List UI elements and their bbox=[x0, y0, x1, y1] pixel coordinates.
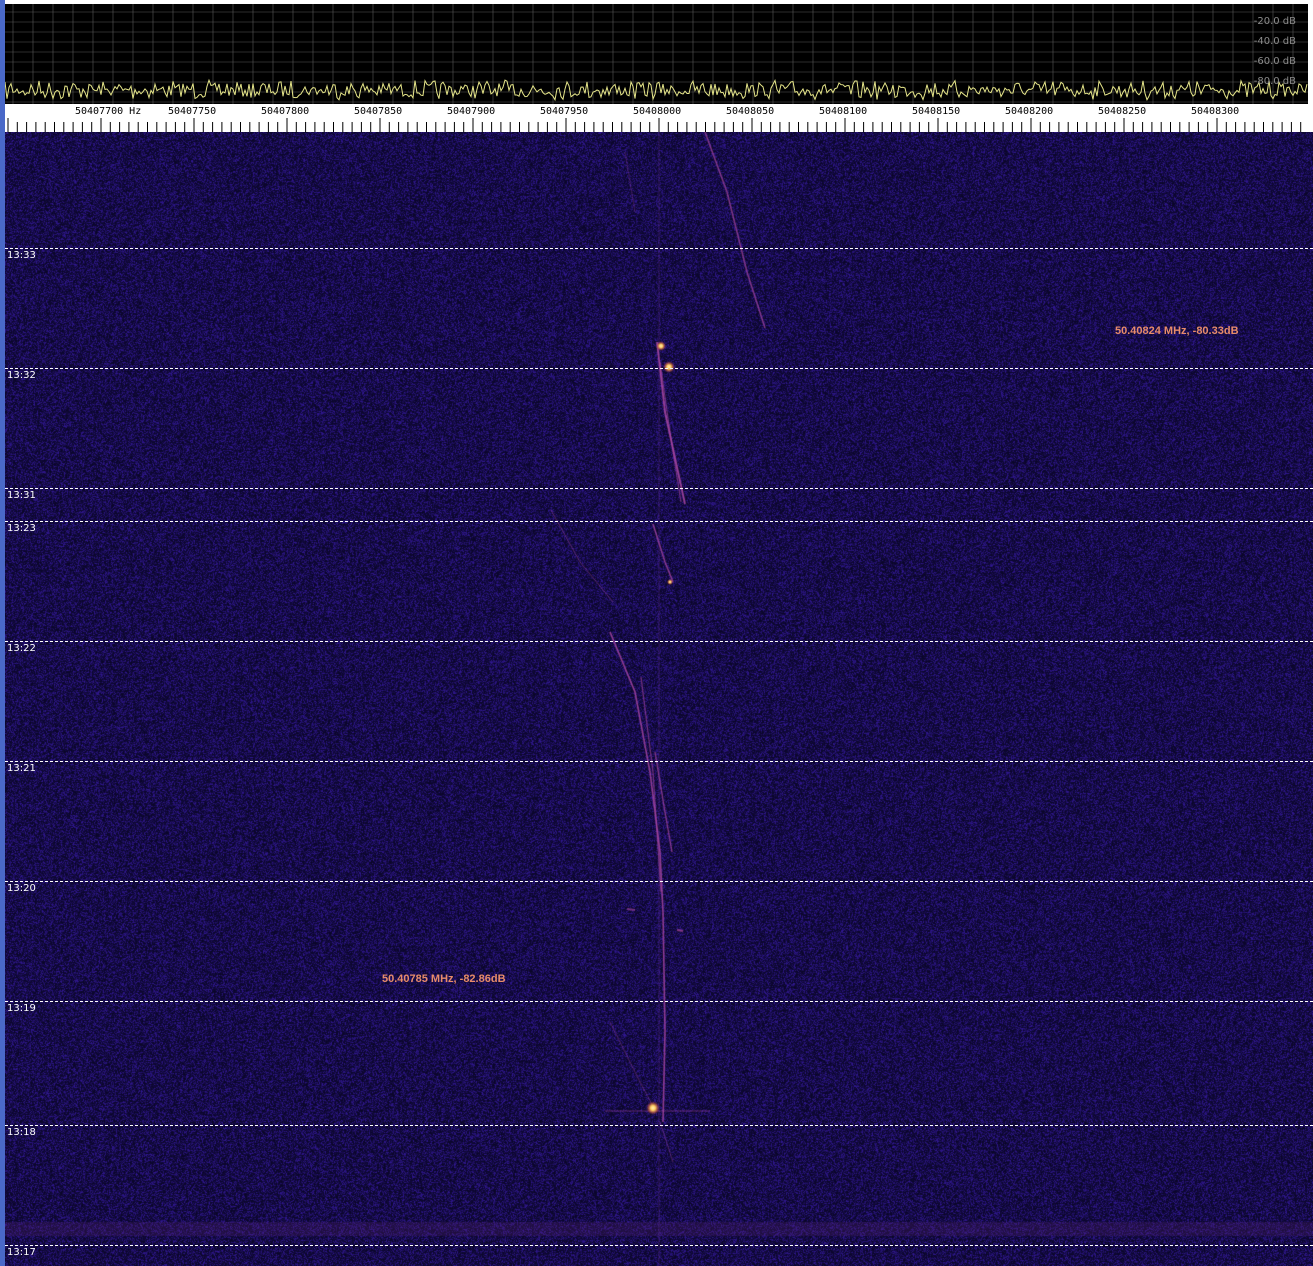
frequency-marker-label: 50.40785 MHz, -82.86dB bbox=[382, 973, 506, 985]
db-label-40: -40.0 dB bbox=[1253, 36, 1296, 47]
time-label: 13:21 bbox=[7, 763, 36, 774]
waterfall-display[interactable]: 13:33 13:32 13:31 13:23 13:22 13:21 13:2… bbox=[5, 132, 1313, 1266]
time-label: 13:20 bbox=[7, 883, 36, 894]
time-label: 13:17 bbox=[7, 1247, 36, 1258]
frequency-axis[interactable]: 50407700 Hz 50407750 50407800 50407850 5… bbox=[5, 104, 1308, 132]
freq-label: 50408000 bbox=[633, 106, 682, 117]
freq-label: 50407750 bbox=[168, 106, 217, 117]
freq-label: 50408100 bbox=[819, 106, 868, 117]
time-label: 13:31 bbox=[7, 490, 36, 501]
freq-label: 50408050 bbox=[726, 106, 775, 117]
time-label: 13:19 bbox=[7, 1003, 36, 1014]
db-label-60: -60.0 dB bbox=[1253, 56, 1296, 67]
freq-label: 50408300 bbox=[1191, 106, 1240, 117]
db-label-20: -20.0 dB bbox=[1253, 16, 1296, 27]
freq-label: 50408250 bbox=[1098, 106, 1147, 117]
freq-label: 50408150 bbox=[912, 106, 961, 117]
spectrum-plot bbox=[5, 4, 1308, 104]
waterfall-overlay bbox=[5, 248, 1313, 1246]
freq-label: 50407800 bbox=[261, 106, 310, 117]
time-label: 13:18 bbox=[7, 1127, 36, 1138]
time-label: 13:32 bbox=[7, 370, 36, 381]
time-label: 13:23 bbox=[7, 523, 36, 534]
freq-label: 50407950 bbox=[540, 106, 589, 117]
spectrum-trace bbox=[5, 78, 1308, 102]
db-label-80: -80.0 dB bbox=[1253, 76, 1296, 87]
freq-label: 50407700 Hz bbox=[75, 106, 142, 117]
time-label: 13:22 bbox=[7, 643, 36, 654]
freq-label: 50407850 bbox=[354, 106, 403, 117]
freq-label: 50407900 bbox=[447, 106, 496, 117]
freq-label: 50408200 bbox=[1005, 106, 1054, 117]
frequency-marker-label: 50.40824 MHz, -80.33dB bbox=[1115, 325, 1239, 337]
spectrum-display[interactable]: -20.0 dB -40.0 dB -60.0 dB -80.0 dB bbox=[5, 4, 1308, 104]
time-label: 13:33 bbox=[7, 250, 36, 261]
